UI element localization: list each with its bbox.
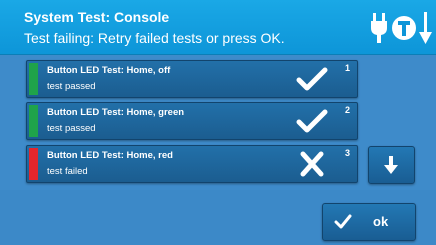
test-row[interactable]: Button LED Test: Home, green test passed… bbox=[26, 102, 358, 140]
header: System Test: Console Test failing: Retry… bbox=[0, 0, 436, 55]
test-name: Button LED Test: Home, green bbox=[47, 107, 185, 118]
x-icon bbox=[300, 151, 324, 177]
checkmark-icon bbox=[296, 109, 328, 133]
status-icons bbox=[370, 10, 434, 46]
test-screen: System Test: Console Test failing: Retry… bbox=[0, 0, 436, 245]
checkmark-icon bbox=[296, 67, 328, 91]
arrow-down-icon bbox=[384, 156, 398, 174]
ok-label: ok bbox=[373, 214, 389, 229]
test-result: test failed bbox=[47, 166, 88, 177]
test-result: test passed bbox=[47, 123, 96, 134]
test-row[interactable]: Button LED Test: Home, red test failed 3 bbox=[26, 145, 358, 183]
status-indicator bbox=[29, 63, 38, 95]
test-index: 2 bbox=[344, 105, 350, 115]
status-indicator bbox=[29, 105, 38, 137]
test-index: 3 bbox=[344, 148, 350, 158]
scroll-down-button[interactable] bbox=[368, 146, 415, 184]
test-result: test passed bbox=[47, 81, 96, 92]
checkmark-icon bbox=[334, 214, 352, 229]
power-plug-icon bbox=[371, 13, 387, 43]
test-name: Button LED Test: Home, red bbox=[47, 150, 173, 161]
down-arrow-icon bbox=[419, 12, 432, 44]
test-name: Button LED Test: Home, off bbox=[47, 65, 171, 76]
page-title: System Test: Console bbox=[24, 9, 170, 25]
status-indicator bbox=[29, 148, 38, 180]
page-subtitle: Test failing: Retry failed tests or pres… bbox=[24, 30, 285, 46]
test-index: 1 bbox=[344, 63, 350, 73]
ok-button[interactable]: ok bbox=[322, 203, 416, 241]
touch-t-icon bbox=[392, 16, 416, 40]
test-row[interactable]: Button LED Test: Home, off test passed 1 bbox=[26, 60, 358, 98]
